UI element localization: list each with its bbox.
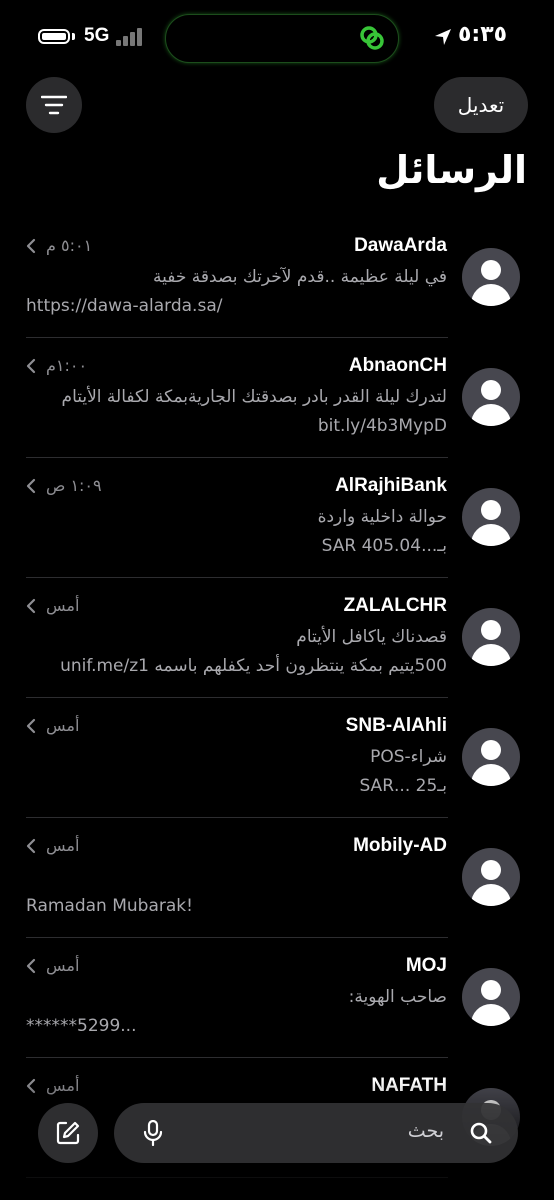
time-group: ١:٠٩ ص bbox=[26, 476, 102, 495]
search-input[interactable]: بحث bbox=[408, 1120, 444, 1142]
contact-avatar-icon bbox=[462, 368, 520, 426]
message-preview-line2: bit.ly/4b3MypD bbox=[317, 416, 447, 436]
contact-avatar-icon bbox=[462, 728, 520, 786]
message-row-abnaonch[interactable]: AbnaonCH ١:٠٠م لتدرك ليلة القدر بادر بصد… bbox=[0, 338, 554, 458]
message-preview-line1: شراء-POS bbox=[370, 747, 447, 767]
sender-name: SNB-AlAhli bbox=[345, 715, 447, 736]
battery-cap bbox=[72, 33, 75, 40]
clock: ٥:٣٥ bbox=[458, 22, 508, 47]
contact-avatar-icon bbox=[462, 248, 520, 306]
sender-name: AbnaonCH bbox=[348, 355, 447, 376]
message-preview-line1: صاحب الهوية: bbox=[348, 987, 447, 1007]
sender-name: Mobily-AD bbox=[353, 835, 447, 856]
sender-name: ZALALCHR bbox=[343, 595, 447, 616]
time-group: أمس bbox=[26, 836, 79, 855]
message-preview-line1: حوالة داخلية واردة bbox=[317, 507, 447, 527]
chevron-left-icon bbox=[26, 838, 36, 853]
message-preview-line2: ******5299... bbox=[26, 1016, 137, 1036]
time-group: ٥:٠١ م bbox=[26, 236, 92, 255]
message-row-mobily-ad[interactable]: Mobily-AD أمس Ramadan Mubarak! bbox=[0, 818, 554, 938]
network-label: 5G bbox=[84, 25, 110, 46]
dynamic-island[interactable] bbox=[165, 14, 399, 63]
contact-avatar-icon bbox=[462, 488, 520, 546]
filter-button[interactable] bbox=[26, 77, 82, 133]
contact-avatar-icon bbox=[462, 848, 520, 906]
chevron-left-icon bbox=[26, 718, 36, 733]
link-rings-icon bbox=[360, 26, 384, 50]
contact-avatar-icon bbox=[462, 968, 520, 1026]
message-time: أمس bbox=[46, 836, 80, 855]
message-preview-line2: بـ...SAR 405.04 bbox=[321, 536, 447, 556]
time-group: أمس bbox=[26, 956, 79, 975]
time-group: أمس bbox=[26, 716, 79, 735]
location-arrow-icon bbox=[435, 29, 451, 45]
battery-icon bbox=[38, 29, 70, 44]
compose-icon bbox=[56, 1121, 80, 1145]
compose-button[interactable] bbox=[38, 1103, 98, 1163]
message-preview-line1: لتدرك ليلة القدر بادر بصدقتك الجاريةبمكة… bbox=[61, 387, 447, 407]
search-bar[interactable]: بحث bbox=[114, 1103, 518, 1163]
contact-avatar-icon bbox=[462, 608, 520, 666]
message-row-zalalchr[interactable]: ZALALCHR أمس قصدناك ياكافل الأيتام 500يت… bbox=[0, 578, 554, 698]
message-preview-line2: Ramadan Mubarak! bbox=[26, 896, 193, 916]
time-group: أمس bbox=[26, 596, 79, 615]
sender-name: DawaArda bbox=[354, 235, 447, 256]
message-preview-line1: في ليلة عظيمة ..قدم لآخرتك بصدقة خفية bbox=[153, 267, 447, 287]
message-time: ٥:٠١ م bbox=[46, 236, 93, 255]
page-title: الرسائل bbox=[376, 148, 527, 192]
time-group: ١:٠٠م bbox=[26, 356, 87, 375]
chevron-left-icon bbox=[26, 478, 36, 493]
signal-icon bbox=[116, 28, 148, 46]
message-time: ١:٠٩ ص bbox=[46, 476, 102, 495]
chevron-left-icon bbox=[26, 598, 36, 613]
edit-button[interactable]: تعديل bbox=[434, 77, 528, 133]
message-preview-line2: 500يتيم بمكة ينتظرون أحد يكفلهم باسمه un… bbox=[60, 656, 447, 676]
chevron-left-icon bbox=[26, 958, 36, 973]
chevron-left-icon bbox=[26, 238, 36, 253]
battery-fill bbox=[42, 33, 66, 40]
message-preview-line2: بـ25 ...SAR bbox=[359, 776, 447, 796]
sender-name: AlRajhiBank bbox=[335, 475, 447, 496]
microphone-icon[interactable] bbox=[143, 1120, 163, 1146]
search-icon bbox=[470, 1122, 492, 1144]
message-preview-line1: قصدناك ياكافل الأيتام bbox=[296, 627, 447, 647]
message-time: ١:٠٠م bbox=[46, 356, 88, 375]
message-time: أمس bbox=[46, 956, 80, 975]
message-row-dawaarda[interactable]: DawaArda ٥:٠١ م في ليلة عظيمة ..قدم لآخر… bbox=[0, 218, 554, 338]
chevron-left-icon bbox=[26, 358, 36, 373]
message-preview-line2: https://dawa-alarda.sa/ bbox=[26, 296, 223, 316]
status-bar: 5G ٥:٣٥ bbox=[0, 0, 554, 70]
filter-lines-icon bbox=[41, 95, 67, 115]
message-row-moj[interactable]: MOJ أمس صاحب الهوية: ******5299... bbox=[0, 938, 554, 1058]
message-row-alrajhibank[interactable]: AlRajhiBank ١:٠٩ ص حوالة داخلية واردة بـ… bbox=[0, 458, 554, 578]
message-time: أمس bbox=[46, 596, 80, 615]
message-row-snb-alahli[interactable]: SNB-AlAhli أمس شراء-POS بـ25 ...SAR bbox=[0, 698, 554, 818]
sender-name: MOJ bbox=[405, 955, 447, 976]
message-time: أمس bbox=[46, 716, 80, 735]
